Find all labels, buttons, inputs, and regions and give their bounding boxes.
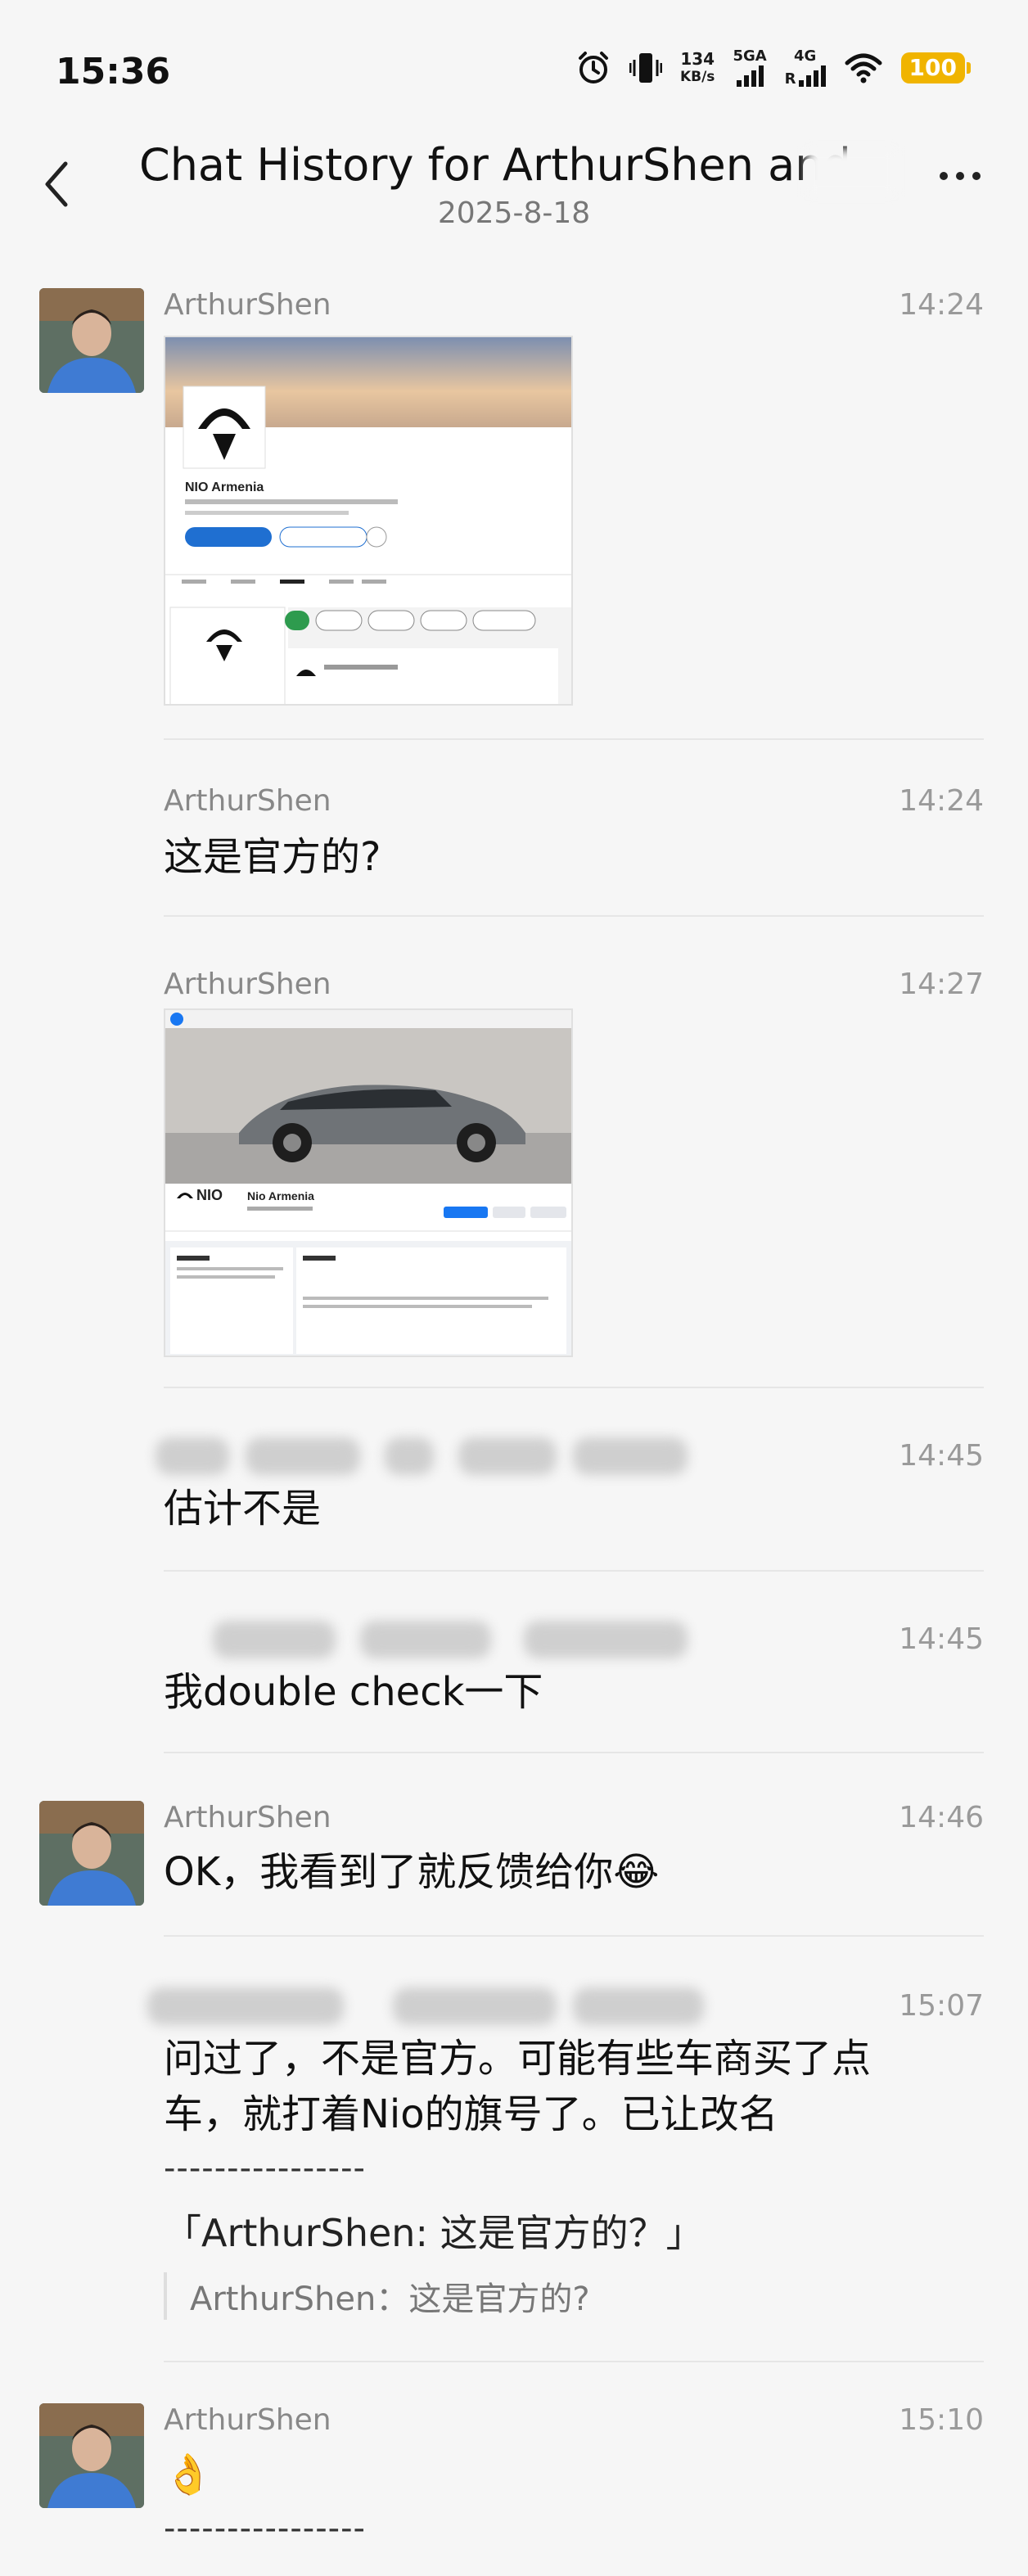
image-caption: Nio Armenia — [247, 1189, 314, 1202]
signal-icon — [798, 64, 826, 87]
message-time: 15:10 — [899, 2403, 984, 2437]
net-speed: 134 KB/s — [679, 49, 715, 85]
separator: ---------------- — [164, 2510, 366, 2547]
message-time: 14:45 — [899, 1622, 984, 1656]
message-time: 15:07 — [899, 1989, 984, 2023]
image-caption: NIO Armenia — [185, 480, 264, 494]
message-time: 14:46 — [899, 1801, 984, 1834]
avatar[interactable] — [39, 1801, 144, 1906]
sender-name: ArthurShen — [164, 968, 331, 1001]
battery-icon: 100 — [900, 52, 971, 83]
signal-5ga: 5GA — [733, 49, 767, 87]
message-text: 估计不是 — [164, 1486, 322, 1532]
message-time: 14:24 — [899, 288, 984, 322]
signal-icon — [736, 64, 764, 87]
quote-reference[interactable]: ArthurShen：这是官方的? — [164, 2272, 590, 2320]
divider — [164, 738, 984, 740]
status-bar: 15:36 134 KB/s 5GA 4G R 100 — [0, 0, 1028, 131]
svg-text:NIO: NIO — [196, 1187, 223, 1203]
wifi-icon — [845, 53, 882, 83]
message-text: 👌 — [164, 2452, 213, 2497]
sender-name: ArthurShen — [164, 2403, 331, 2437]
message-text: 我double check一下 — [164, 1669, 543, 1715]
quote-text: 「ArthurShen: 这是官方的？」 — [164, 2211, 704, 2255]
chat-header: Chat History for ArthurShen and 2025-8-1… — [0, 131, 1028, 237]
redacted-sender — [147, 1423, 737, 1488]
chat-date: 2025-8-18 — [437, 196, 591, 230]
divider — [164, 1570, 984, 1572]
page-title: Chat History for ArthurShen and — [139, 139, 851, 191]
sender-name: ArthurShen — [164, 784, 331, 818]
avatar[interactable] — [39, 2403, 144, 2508]
message-text-line-1: 问过了，不是官方。可能有些车商买了点 — [164, 2036, 872, 2082]
avatar[interactable] — [39, 288, 144, 393]
status-icons: 134 KB/s 5GA 4G R 100 — [575, 49, 971, 87]
divider — [164, 2361, 984, 2362]
message-text: 这是官方的? — [164, 834, 381, 880]
image-message[interactable]: NIO Nio Armenia — [164, 1008, 573, 1357]
more-dots-icon[interactable] — [940, 172, 981, 180]
message-time: 14:27 — [899, 968, 984, 1001]
message-text-line-2: 车，就打着Nio的旗号了。已让改名 — [164, 2091, 778, 2137]
image-message[interactable]: NIO Armenia — [164, 336, 573, 706]
message-time: 14:24 — [899, 784, 984, 818]
vibrate-icon — [629, 53, 662, 83]
message-text: OK，我看到了就反馈给你😂 — [164, 1849, 660, 1895]
message-time: 14:45 — [899, 1439, 984, 1473]
divider — [164, 1935, 984, 1937]
separator: ---------------- — [164, 2150, 366, 2187]
signal-4g: 4G R — [785, 49, 826, 87]
divider — [164, 915, 984, 917]
redacted-sender — [147, 1606, 737, 1671]
divider — [164, 1752, 984, 1753]
sender-name: ArthurShen — [164, 1801, 331, 1834]
redacted-name — [806, 149, 896, 195]
redacted-sender — [147, 1973, 737, 2038]
alarm-icon — [578, 52, 608, 83]
status-time: 15:36 — [56, 51, 171, 92]
sender-name: ArthurShen — [164, 288, 331, 322]
divider — [164, 1387, 984, 1388]
